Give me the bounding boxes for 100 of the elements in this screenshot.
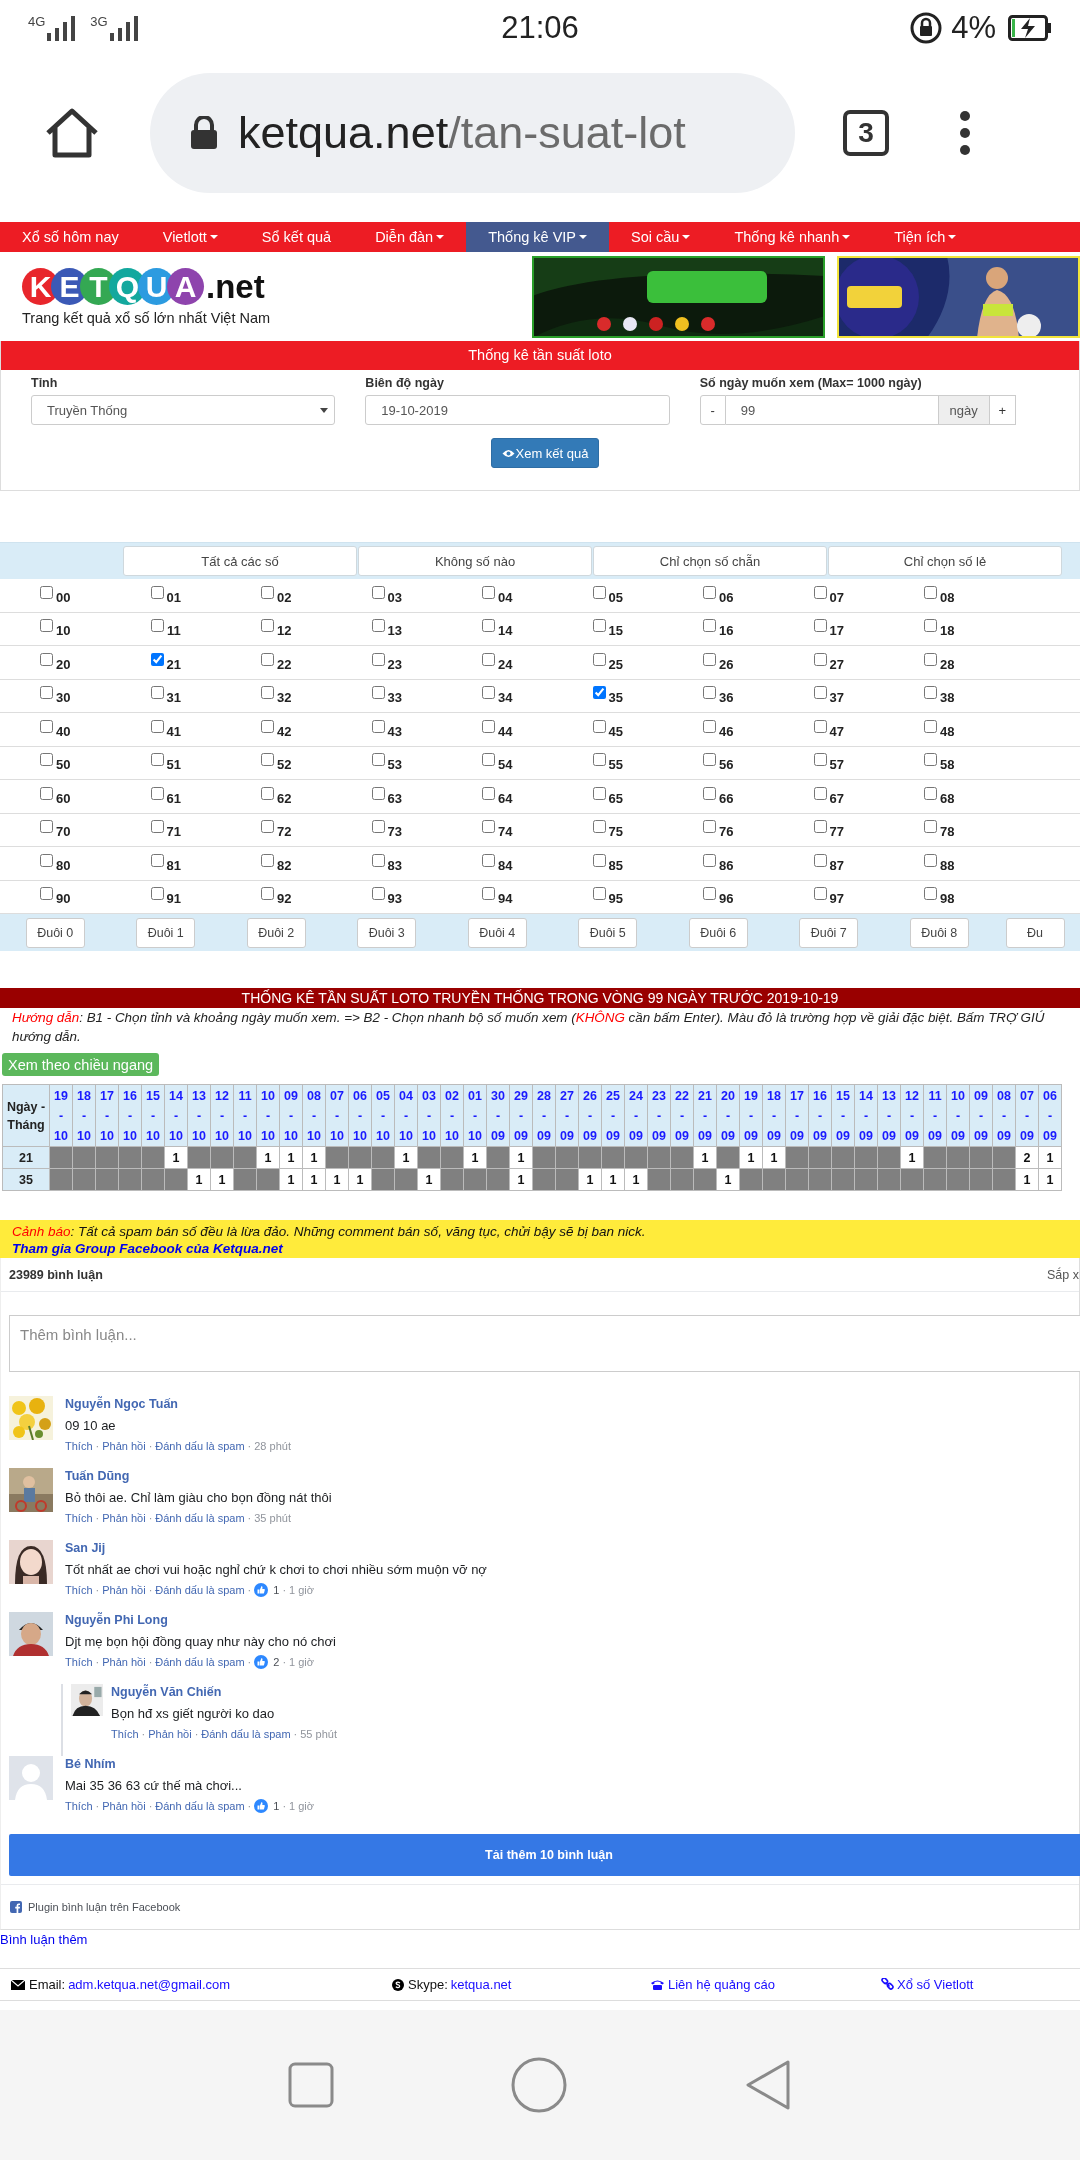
number-checkbox[interactable]	[703, 619, 716, 633]
number-checkbox[interactable]	[40, 619, 53, 633]
number-checkbox[interactable]	[40, 853, 53, 867]
nav-item[interactable]: Vietlott	[140, 222, 240, 252]
nav-item[interactable]: Sổ kết quả	[239, 222, 354, 252]
commenter-name[interactable]: San Jij	[65, 1540, 106, 1557]
footer-link[interactable]: ketqua.net	[450, 1977, 512, 1992]
number-checkbox[interactable]	[371, 686, 385, 700]
number-checkbox[interactable]	[150, 853, 164, 867]
number-checkbox[interactable]	[261, 820, 274, 834]
number-checkbox[interactable]	[703, 585, 716, 599]
commenter-name[interactable]: Nguyễn Phi Long	[65, 1612, 168, 1629]
increase-button[interactable]: +	[989, 395, 1016, 425]
number-checkbox[interactable]	[592, 686, 606, 700]
number-checkbox[interactable]	[371, 786, 385, 800]
plugin-link[interactable]: Plugin bình luận trên Facebook	[28, 1901, 181, 1913]
number-checkbox[interactable]	[592, 719, 606, 733]
nav-item[interactable]: Xổ số hôm nay	[0, 222, 141, 252]
comment-action-link[interactable]: Đánh dấu là spam	[201, 1727, 291, 1741]
number-checkbox[interactable]	[40, 719, 53, 733]
comment-action-link[interactable]: Phản hồi	[102, 1583, 146, 1597]
number-checkbox[interactable]	[924, 686, 937, 700]
number-checkbox[interactable]	[924, 820, 937, 834]
number-checkbox[interactable]	[703, 652, 716, 666]
number-checkbox[interactable]	[703, 887, 716, 901]
number-checkbox[interactable]	[40, 820, 53, 834]
number-checkbox[interactable]	[261, 887, 274, 901]
filter-button[interactable]: Tất cả các số	[123, 546, 357, 576]
nav-item[interactable]: Tiện ích	[872, 222, 979, 252]
group-link[interactable]: Tham gia Group Facebook của Ketqua.net	[12, 1240, 1068, 1257]
number-checkbox[interactable]	[261, 753, 274, 767]
comment-action-link[interactable]: Phản hồi	[102, 1799, 146, 1813]
number-checkbox[interactable]	[482, 753, 495, 767]
number-checkbox[interactable]	[40, 753, 53, 767]
number-checkbox[interactable]	[592, 619, 606, 633]
number-checkbox[interactable]	[482, 887, 495, 901]
number-checkbox[interactable]	[813, 786, 827, 800]
comment-action-link[interactable]: Phản hồi	[102, 1511, 146, 1525]
tail-button[interactable]: Đu	[1005, 917, 1065, 948]
number-checkbox[interactable]	[703, 786, 716, 800]
comment-action-link[interactable]: Thích	[65, 1511, 93, 1525]
number-checkbox[interactable]	[924, 786, 937, 800]
number-checkbox[interactable]	[40, 585, 53, 599]
commenter-name[interactable]: Bé Nhím	[65, 1756, 116, 1773]
number-checkbox[interactable]	[371, 887, 385, 901]
number-checkbox[interactable]	[592, 820, 606, 834]
number-checkbox[interactable]	[482, 786, 495, 800]
number-checkbox[interactable]	[371, 820, 385, 834]
nav-item[interactable]: Diễn đàn	[353, 222, 467, 252]
number-checkbox[interactable]	[482, 686, 495, 700]
number-checkbox[interactable]	[482, 585, 495, 599]
comment-field[interactable]: Thêm bình luận...	[9, 1315, 1080, 1372]
footer-link[interactable]: adm.ketqua.net@gmail.com	[68, 1977, 231, 1992]
number-checkbox[interactable]	[813, 652, 827, 666]
number-checkbox[interactable]	[703, 719, 716, 733]
number-checkbox[interactable]	[371, 585, 385, 599]
comment-action-link[interactable]: Phản hồi	[148, 1727, 192, 1741]
comment-action-link[interactable]: Đánh dấu là spam	[155, 1439, 245, 1453]
number-checkbox[interactable]	[482, 652, 495, 666]
tail-button[interactable]: Đuôi 5	[578, 917, 638, 948]
more-comments-link[interactable]: Bình luận thêm	[0, 1932, 1080, 1948]
number-checkbox[interactable]	[371, 853, 385, 867]
number-checkbox[interactable]	[703, 853, 716, 867]
number-checkbox[interactable]	[924, 853, 937, 867]
tail-button[interactable]: Đuôi 6	[688, 917, 748, 948]
number-checkbox[interactable]	[592, 786, 606, 800]
comment-action-link[interactable]: Thích	[65, 1439, 93, 1453]
comment-action-link[interactable]: Thích	[111, 1727, 139, 1741]
number-checkbox[interactable]	[813, 719, 827, 733]
number-checkbox[interactable]	[813, 619, 827, 633]
filter-button[interactable]: Không số nào	[358, 546, 592, 576]
days-field[interactable]: 99	[725, 395, 939, 425]
number-checkbox[interactable]	[924, 585, 937, 599]
commenter-name[interactable]: Tuấn Dũng	[65, 1468, 130, 1485]
number-checkbox[interactable]	[40, 686, 53, 700]
number-checkbox[interactable]	[150, 585, 164, 599]
commenter-name[interactable]: Nguyễn Ngọc Tuấn	[65, 1396, 178, 1413]
number-checkbox[interactable]	[592, 652, 606, 666]
number-checkbox[interactable]	[592, 753, 606, 767]
number-checkbox[interactable]	[703, 753, 716, 767]
number-checkbox[interactable]	[261, 652, 274, 666]
number-checkbox[interactable]	[482, 719, 495, 733]
number-checkbox[interactable]	[592, 887, 606, 901]
home-icon[interactable]	[44, 106, 100, 159]
number-checkbox[interactable]	[261, 686, 274, 700]
filter-button[interactable]: Chỉ chọn số chẵn	[593, 546, 827, 576]
comment-action-link[interactable]: Đánh dấu là spam	[155, 1655, 245, 1669]
footer-link[interactable]: Xổ số Vietlott	[897, 1977, 974, 1992]
tail-button[interactable]: Đuôi 1	[136, 917, 196, 948]
number-checkbox[interactable]	[371, 719, 385, 733]
number-checkbox[interactable]	[261, 585, 274, 599]
number-checkbox[interactable]	[150, 686, 164, 700]
number-checkbox[interactable]	[703, 686, 716, 700]
footer-link[interactable]: Liên hệ quảng cáo	[668, 1977, 775, 1992]
number-checkbox[interactable]	[150, 619, 164, 633]
decrease-button[interactable]: -	[699, 395, 726, 425]
number-checkbox[interactable]	[924, 753, 937, 767]
comment-action-link[interactable]: Thích	[65, 1583, 93, 1597]
number-checkbox[interactable]	[40, 887, 53, 901]
number-checkbox[interactable]	[482, 820, 495, 834]
